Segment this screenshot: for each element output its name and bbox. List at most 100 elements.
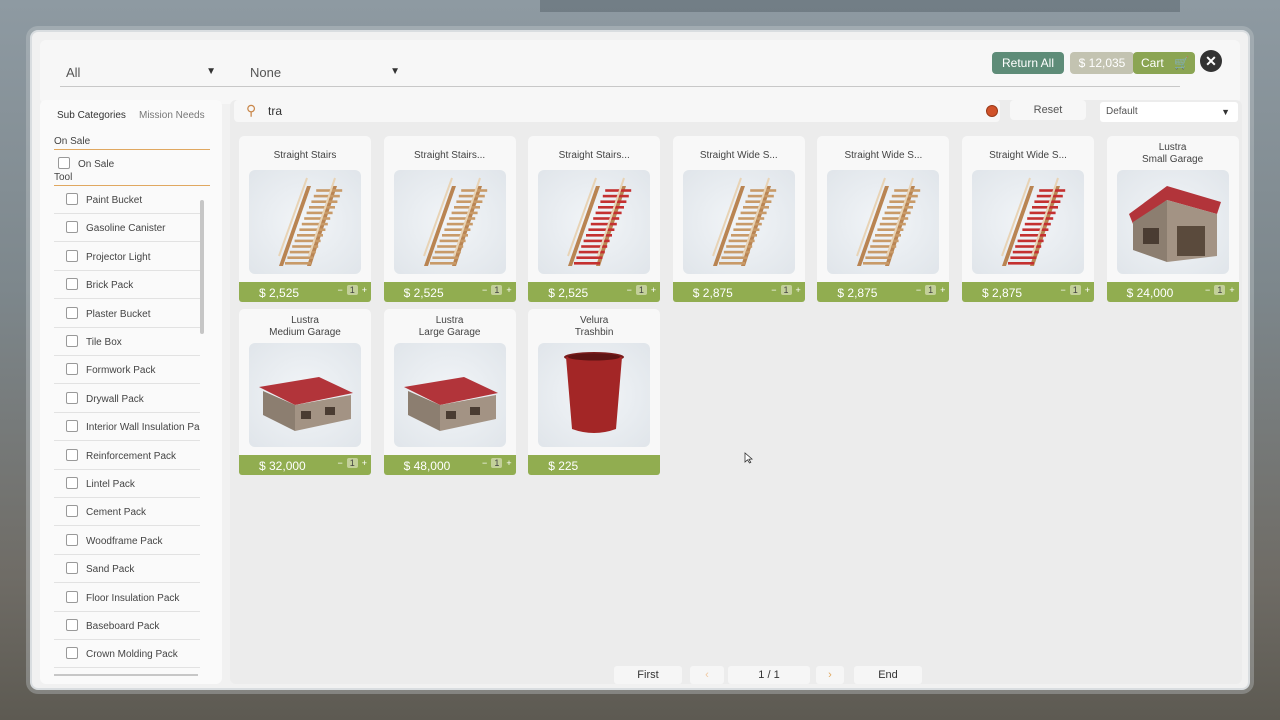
filter-checkbox[interactable]	[66, 420, 78, 433]
return-all-button[interactable]: Return All	[992, 52, 1064, 74]
product-card[interactable]: Straight Stairs $ 2,525 −1 +	[239, 136, 371, 302]
filter-checkbox[interactable]	[66, 193, 78, 205]
filter-row[interactable]: Gasoline Canister	[54, 214, 200, 243]
quantity-stepper[interactable]: −1 +	[482, 285, 512, 295]
quantity-stepper[interactable]: −1 +	[771, 285, 801, 295]
quantity-stepper[interactable]: −1 +	[337, 458, 367, 468]
first-page-button[interactable]: First	[614, 666, 682, 684]
filter-checkbox[interactable]	[66, 562, 78, 575]
close-button[interactable]: ✕	[1200, 50, 1222, 72]
filter-checkbox[interactable]	[58, 157, 70, 169]
product-card[interactable]: Straight Wide S... $ 2,875−1 +	[672, 136, 805, 302]
search-input[interactable]: tra	[268, 104, 282, 118]
quantity-value: 1	[1069, 285, 1081, 295]
decrement-button[interactable]: −	[337, 458, 342, 468]
decrement-button[interactable]: −	[916, 285, 921, 295]
filter-checkbox[interactable]	[66, 335, 78, 347]
product-image	[393, 170, 506, 274]
sidebar-scrollbar[interactable]	[200, 200, 204, 334]
cart-button[interactable]: Cart 🛒	[1133, 52, 1195, 74]
increment-button[interactable]: +	[506, 458, 511, 468]
price-bar: $ 2,525 −1 +	[239, 282, 371, 302]
product-card[interactable]: Velura Trashbin $ 225	[528, 309, 661, 475]
product-card[interactable]: Lustra Large Garage $ 48,000 −1 +	[383, 309, 516, 475]
increment-button[interactable]: +	[362, 285, 367, 295]
quantity-stepper[interactable]: −1 +	[337, 285, 367, 295]
background-scenery	[540, 0, 1180, 12]
product-card[interactable]: Lustra Medium Garage $ 32,000 −1 +	[239, 309, 371, 475]
increment-button[interactable]: +	[1229, 285, 1234, 295]
filter-label: Sand Pack	[86, 564, 135, 576]
filter-row[interactable]: Plaster Bucket	[54, 300, 200, 328]
previous-page-button[interactable]: ‹	[690, 666, 724, 684]
filter-row[interactable]: Paint Bucket	[54, 186, 200, 214]
decrement-button[interactable]: −	[1060, 285, 1065, 295]
product-card[interactable]: Straight Stairs... $ 2,525−1 +	[528, 136, 661, 302]
filter-row[interactable]: Lintel Pack	[54, 470, 200, 498]
product-card[interactable]: Straight Wide S... $ 2,875−1 +	[817, 136, 950, 302]
increment-button[interactable]: +	[506, 285, 511, 295]
clear-search-icon[interactable]	[986, 105, 998, 117]
subcategory-dropdown[interactable]: None ▼	[250, 62, 400, 86]
sidebar-bottom-bar	[54, 674, 198, 676]
quantity-stepper[interactable]: −1 +	[916, 285, 945, 295]
filter-checkbox[interactable]	[66, 590, 78, 603]
filter-checkbox[interactable]	[66, 221, 78, 234]
filter-checkbox[interactable]	[66, 278, 78, 291]
increment-button[interactable]: +	[1085, 285, 1090, 295]
filter-row[interactable]: Reinforcement Pack	[54, 442, 200, 470]
filter-checkbox[interactable]	[66, 533, 78, 546]
product-card[interactable]: Straight Stairs... $ 2,525−1 +	[383, 136, 516, 302]
filter-checkbox[interactable]	[66, 391, 78, 404]
filter-checkbox[interactable]	[66, 249, 78, 262]
filter-row[interactable]: Drywall Pack	[54, 385, 200, 413]
filter-checkbox[interactable]	[66, 363, 78, 376]
filter-checkbox[interactable]	[66, 306, 78, 319]
increment-button[interactable]: +	[362, 458, 367, 468]
quantity-stepper[interactable]: −1 +	[482, 458, 512, 468]
filter-row[interactable]: Brick Pack	[54, 271, 200, 300]
tab-sub-categories[interactable]: Sub Categories	[54, 108, 129, 123]
filter-row[interactable]: Tile Box	[54, 328, 200, 356]
filter-row[interactable]: Baseboard Pack	[54, 612, 200, 640]
filter-row[interactable]: Woodframe Pack	[54, 527, 200, 555]
decrement-button[interactable]: −	[337, 285, 342, 295]
filter-row[interactable]: Floor Insulation Pack	[54, 584, 200, 612]
decrement-button[interactable]: −	[771, 285, 776, 295]
next-page-button[interactable]: ›	[816, 666, 844, 684]
subcategory-dropdown-value: None	[250, 65, 282, 80]
product-card[interactable]: Lustra Small Garage $ 24,000 −1 +	[1106, 136, 1239, 302]
decrement-button[interactable]: −	[482, 285, 487, 295]
filter-label: Floor Insulation Pack	[86, 592, 180, 604]
filter-checkbox[interactable]	[66, 505, 78, 518]
decrement-button[interactable]: −	[627, 285, 632, 295]
filter-row[interactable]: Sand Pack	[54, 555, 200, 584]
category-dropdown[interactable]: All ▼	[66, 62, 216, 86]
quantity-stepper[interactable]: −1 +	[1205, 285, 1235, 295]
filter-row[interactable]: Interior Wall Insulation Pa	[54, 413, 200, 442]
filter-checkbox[interactable]	[66, 619, 78, 631]
sort-dropdown[interactable]: Default ▼	[1100, 102, 1238, 122]
filter-checkbox[interactable]	[66, 647, 78, 660]
filter-checkbox[interactable]	[66, 448, 78, 461]
product-card[interactable]: Straight Wide S... $ 2,875−1 +	[962, 136, 1094, 302]
product-image	[1116, 170, 1229, 274]
quantity-stepper[interactable]: −1 +	[1060, 285, 1090, 295]
filter-row[interactable]: Formwork Pack	[54, 356, 200, 385]
decrement-button[interactable]: −	[482, 458, 487, 468]
increment-button[interactable]: +	[940, 285, 945, 295]
increment-button[interactable]: +	[796, 285, 801, 295]
tab-mission-needs[interactable]: Mission Needs	[136, 108, 208, 123]
quantity-stepper[interactable]: −1 +	[627, 285, 656, 295]
last-page-button[interactable]: End	[854, 666, 922, 684]
reset-button[interactable]: Reset	[1010, 100, 1086, 120]
decrement-button[interactable]: −	[1205, 285, 1210, 295]
close-icon: ✕	[1205, 53, 1217, 69]
search-bar[interactable]: ⚲ tra	[234, 100, 1000, 122]
filter-row[interactable]: Cement Pack	[54, 498, 200, 527]
filter-row[interactable]: Projector Light	[54, 243, 200, 271]
product-title: Straight Wide S...	[699, 150, 778, 161]
filter-row[interactable]: Crown Molding Pack	[54, 640, 200, 669]
filter-checkbox[interactable]	[66, 477, 78, 489]
increment-button[interactable]: +	[651, 285, 656, 295]
